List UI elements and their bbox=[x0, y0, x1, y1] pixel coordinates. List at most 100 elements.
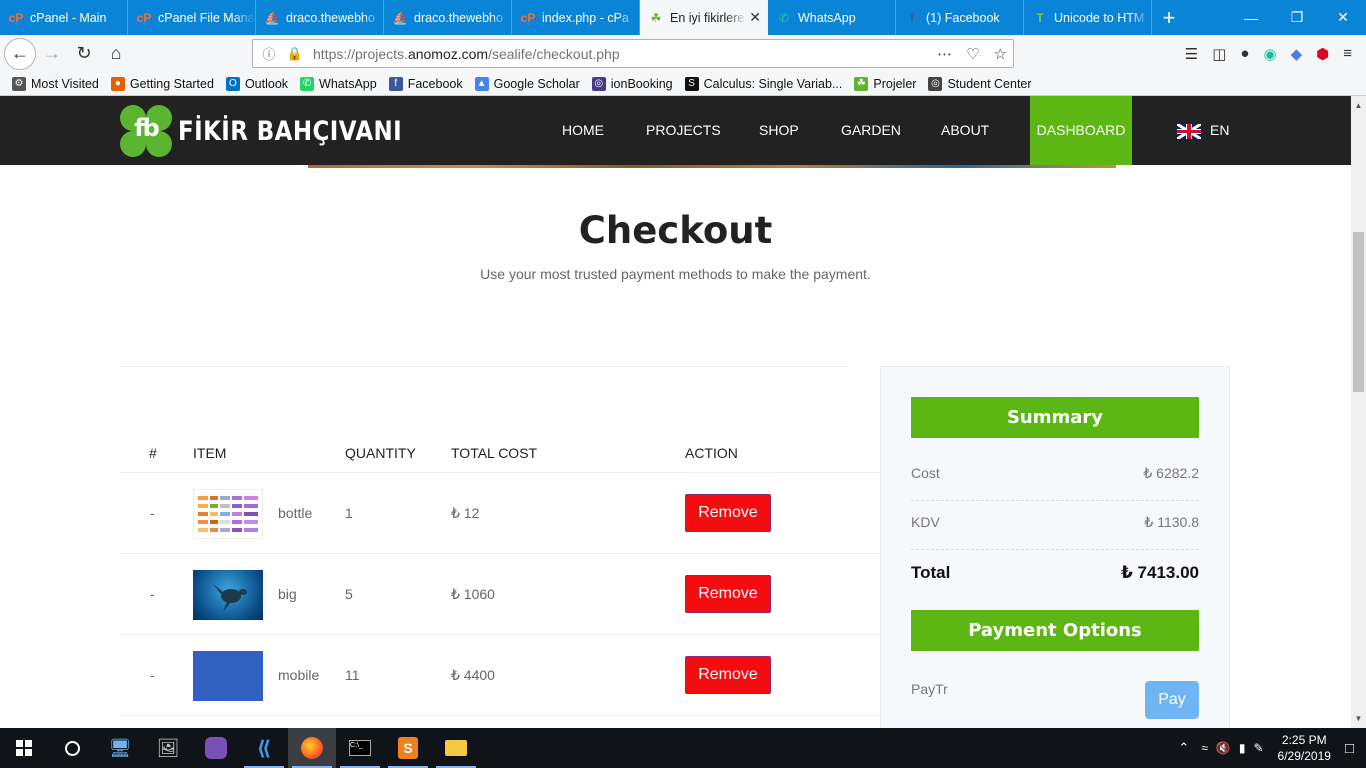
scroll-down-icon[interactable]: ▼ bbox=[1351, 711, 1366, 726]
minimize-icon[interactable]: — bbox=[1228, 0, 1274, 35]
page-scrollbar[interactable]: ▲ ▼ bbox=[1351, 96, 1366, 728]
scroll-up-icon[interactable]: ▲ bbox=[1351, 98, 1366, 113]
url-bar[interactable]: ⓘ 🔒 https://projects.anomoz.com/sealife/… bbox=[252, 39, 1014, 68]
menu-icon[interactable]: ≡ bbox=[1343, 45, 1352, 62]
pocket-icon[interactable]: ♡ bbox=[966, 45, 979, 63]
bookmark-item[interactable]: ▲ Google Scholar bbox=[474, 76, 580, 91]
forward-button[interactable]: → bbox=[36, 38, 68, 70]
new-tab-icon[interactable]: + bbox=[1152, 0, 1186, 35]
restore-icon[interactable]: ❐ bbox=[1274, 0, 1320, 35]
vscode-icon[interactable]: ⟪ bbox=[240, 728, 288, 768]
item-name: bottle bbox=[278, 505, 313, 521]
summary-heading: Summary bbox=[911, 397, 1199, 438]
show-hidden-icons-icon[interactable]: ⌃ bbox=[1178, 740, 1189, 756]
cart-table-header: # ITEM QUANTITY TOTAL COST ACTION bbox=[120, 445, 880, 473]
cortana-search-icon[interactable] bbox=[48, 728, 96, 768]
wifi-icon[interactable]: ≈ bbox=[1201, 741, 1208, 755]
terminal-icon[interactable]: C:\_ bbox=[336, 728, 384, 768]
browser-tab[interactable]: ⛵ draco.thewebho bbox=[256, 0, 384, 35]
account-icon[interactable]: ● bbox=[1240, 45, 1249, 62]
browser-nav-bar: ← → ↻ ⌂ ⓘ 🔒 https://projects.anomoz.com/… bbox=[0, 35, 1366, 72]
browser-tab[interactable]: f (1) Facebook bbox=[896, 0, 1024, 35]
menu-dashboard[interactable]: DASHBOARD bbox=[1030, 96, 1132, 165]
t-icon: T bbox=[1036, 10, 1044, 25]
menu-projects[interactable]: PROJECTS bbox=[646, 96, 721, 165]
extension-icon[interactable]: ◆ bbox=[1291, 45, 1303, 63]
grammarly-icon[interactable]: ◉ bbox=[1263, 45, 1276, 63]
product-thumbnail bbox=[193, 489, 263, 539]
photos-app-icon[interactable]: 🖼 bbox=[144, 728, 192, 768]
menu-shop[interactable]: SHOP bbox=[759, 96, 799, 165]
bookmark-label: Student Center bbox=[947, 76, 1032, 91]
page-actions-icon[interactable]: ⋯ bbox=[937, 45, 952, 63]
bookmark-item[interactable]: ✆ WhatsApp bbox=[300, 76, 377, 91]
kdv-value: ₺ 1130.8 bbox=[1144, 514, 1199, 530]
banner-strip bbox=[308, 165, 1116, 168]
bookmark-item[interactable]: ⚙ Most Visited bbox=[12, 76, 99, 91]
menu-garden[interactable]: GARDEN bbox=[841, 96, 901, 165]
bookmark-item[interactable]: ◎ ionBooking bbox=[591, 76, 673, 91]
adblock-icon[interactable]: ⬢ bbox=[1316, 45, 1329, 63]
sailboat-icon: ⛵ bbox=[392, 10, 408, 25]
browser-tab[interactable]: cP index.php - cPa bbox=[512, 0, 640, 35]
battery-icon[interactable]: ▮ bbox=[1239, 741, 1246, 755]
bookmark-item[interactable]: ● Getting Started bbox=[110, 76, 214, 91]
cost-value: ₺ 6282.2 bbox=[1143, 465, 1199, 481]
bookmark-label: Facebook bbox=[407, 76, 463, 91]
browser-tab[interactable]: ⛵ draco.thewebho bbox=[384, 0, 512, 35]
order-summary-panel: Summary Cost ₺ 6282.2 KDV ₺ 1130.8 Total… bbox=[880, 366, 1230, 728]
item-name: big bbox=[278, 586, 297, 602]
bookmark-item[interactable]: ☘ Projeler bbox=[854, 76, 917, 91]
library-icon[interactable]: ☰ bbox=[1185, 45, 1198, 63]
this-pc-icon[interactable]: 🖥 bbox=[96, 728, 144, 768]
scrollbar-thumb[interactable] bbox=[1353, 232, 1364, 392]
browser-tab[interactable]: cP cPanel File Mana bbox=[128, 0, 256, 35]
info-icon[interactable]: ⓘ bbox=[259, 44, 279, 63]
reload-button[interactable]: ↻ bbox=[68, 38, 100, 70]
pen-icon[interactable]: ✎ bbox=[1253, 741, 1263, 755]
file-explorer-icon[interactable] bbox=[432, 728, 480, 768]
sidebar-icon[interactable]: ◫ bbox=[1212, 45, 1226, 63]
browser-tab[interactable]: ☘ En iyi fikirlere ✕ bbox=[640, 0, 768, 35]
bookmark-item[interactable]: ◎ Student Center bbox=[928, 76, 1032, 91]
github-desktop-icon[interactable] bbox=[192, 728, 240, 768]
menu-home[interactable]: HOME bbox=[562, 96, 604, 165]
bookmark-label: Most Visited bbox=[31, 76, 99, 91]
system-clock[interactable]: 2:25 PM 6/29/2019 bbox=[1278, 732, 1331, 764]
windows-start-icon[interactable] bbox=[0, 728, 48, 768]
whatsapp-icon: ✆ bbox=[300, 76, 315, 91]
language-selector[interactable]: EN bbox=[1177, 96, 1229, 165]
menu-about[interactable]: ABOUT bbox=[941, 96, 989, 165]
bookmark-item[interactable]: O Outlook bbox=[225, 76, 288, 91]
remove-button[interactable]: Remove bbox=[685, 656, 771, 694]
back-button[interactable]: ← bbox=[4, 37, 36, 70]
remove-button[interactable]: Remove bbox=[685, 494, 771, 532]
pay-button[interactable]: Pay bbox=[1145, 681, 1199, 719]
paytr-label: PayTr bbox=[911, 681, 948, 697]
item-quantity: 11 bbox=[345, 667, 360, 683]
bookmark-item[interactable]: S Calculus: Single Variab... bbox=[684, 76, 842, 91]
browser-tab[interactable]: ✆ WhatsApp bbox=[768, 0, 896, 35]
product-thumbnail bbox=[193, 570, 263, 620]
bookmark-star-icon[interactable]: ☆ bbox=[994, 45, 1007, 63]
payment-options-heading: Payment Options bbox=[911, 610, 1199, 651]
bookmark-label: Projeler bbox=[873, 76, 917, 91]
notifications-icon[interactable]: □ bbox=[1345, 740, 1354, 757]
browser-tab[interactable]: T Unicode to HTM bbox=[1024, 0, 1152, 35]
item-total-cost: ₺ 12 bbox=[451, 505, 480, 521]
row-number: - bbox=[150, 586, 155, 602]
close-tab-icon[interactable]: ✕ bbox=[749, 9, 761, 26]
volume-muted-icon[interactable]: 🔇 bbox=[1216, 741, 1231, 755]
url-text[interactable]: https://projects.anomoz.com/sealife/chec… bbox=[313, 46, 620, 62]
bookmark-item[interactable]: f Facebook bbox=[388, 76, 463, 91]
total-value: ₺ 7413.00 bbox=[1120, 563, 1199, 582]
ionbooking-icon: ◎ bbox=[591, 76, 606, 91]
remove-button[interactable]: Remove bbox=[685, 575, 771, 613]
sublime-text-icon[interactable]: S bbox=[384, 728, 432, 768]
home-button[interactable]: ⌂ bbox=[100, 38, 132, 70]
close-window-icon[interactable]: ✕ bbox=[1320, 0, 1366, 35]
total-row: Total ₺ 7413.00 bbox=[911, 563, 1199, 587]
browser-tab[interactable]: cP cPanel - Main bbox=[0, 0, 128, 35]
firefox-taskbar-icon[interactable] bbox=[288, 728, 336, 768]
tab-label: WhatsApp bbox=[798, 10, 856, 25]
